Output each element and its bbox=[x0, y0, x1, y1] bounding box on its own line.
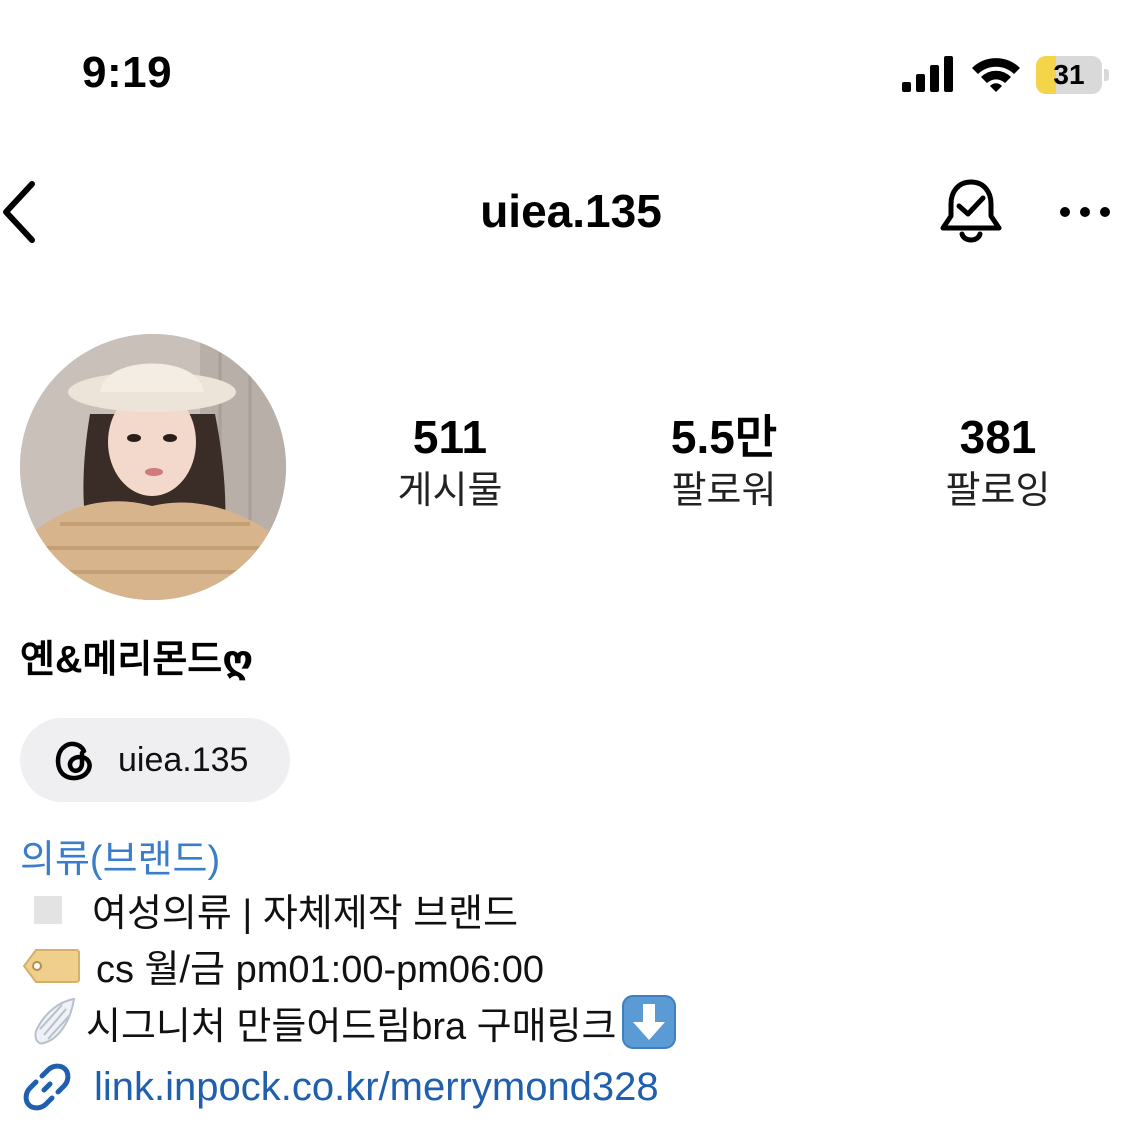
wifi-icon bbox=[972, 58, 1020, 92]
more-options-icon[interactable] bbox=[1058, 200, 1112, 224]
cellular-signal-icon bbox=[902, 56, 953, 92]
threads-handle: uiea.135 bbox=[118, 740, 249, 779]
followers-count: 5.5만 bbox=[670, 411, 778, 463]
following-label: 팔로잉 bbox=[945, 470, 1051, 512]
wing-emoji-icon bbox=[34, 997, 76, 1045]
bio-line-3: 시그니처 만들어드림bra 구매링크 bbox=[20, 994, 677, 1050]
bio-text-1: 여성의류 | 자체제작 브랜드 bbox=[92, 893, 519, 935]
status-time: 9:19 bbox=[82, 48, 173, 97]
threads-profile-chip[interactable]: uiea.135 bbox=[20, 718, 290, 802]
bio-text-2: cs 월/금 pm01:00-pm06:00 bbox=[96, 949, 545, 991]
avatar-photo bbox=[20, 334, 286, 600]
bio-line-2: cs 월/금 pm01:00-pm06:00 bbox=[20, 938, 544, 993]
following-count: 381 bbox=[959, 411, 1037, 463]
posts-count: 511 bbox=[412, 411, 488, 463]
white-square-emoji-icon bbox=[34, 895, 62, 924]
bio-text-3: 시그니처 만들어드림bra 구매링크 bbox=[86, 1005, 617, 1048]
profile-avatar[interactable] bbox=[20, 334, 286, 600]
profile-category: 의류(브랜드) bbox=[20, 839, 221, 881]
stat-following[interactable]: 381 팔로잉 bbox=[888, 410, 1108, 514]
notification-bell-check-icon[interactable] bbox=[938, 178, 1004, 248]
battery-indicator: 31 bbox=[1036, 56, 1110, 94]
down-arrow-emoji-icon bbox=[621, 995, 676, 1049]
link-chain-icon bbox=[23, 1063, 71, 1111]
posts-label: 게시물 bbox=[397, 470, 503, 512]
bio-line-1: 여성의류 | 자체제작 브랜드 bbox=[20, 882, 518, 937]
external-link-text[interactable]: link.inpock.co.kr/merrymond328 bbox=[94, 1065, 659, 1110]
external-link[interactable]: link.inpock.co.kr/merrymond328 bbox=[20, 1060, 659, 1114]
profile-display-name: 옌&메리몬드ღ bbox=[20, 639, 254, 681]
stat-followers[interactable]: 5.5만 팔로워 bbox=[614, 410, 834, 514]
battery-level: 31 bbox=[1053, 59, 1085, 90]
price-tag-emoji-icon bbox=[22, 948, 80, 983]
threads-icon bbox=[55, 741, 92, 781]
stat-posts[interactable]: 511 게시물 bbox=[340, 410, 560, 514]
followers-label: 팔로워 bbox=[671, 470, 777, 512]
